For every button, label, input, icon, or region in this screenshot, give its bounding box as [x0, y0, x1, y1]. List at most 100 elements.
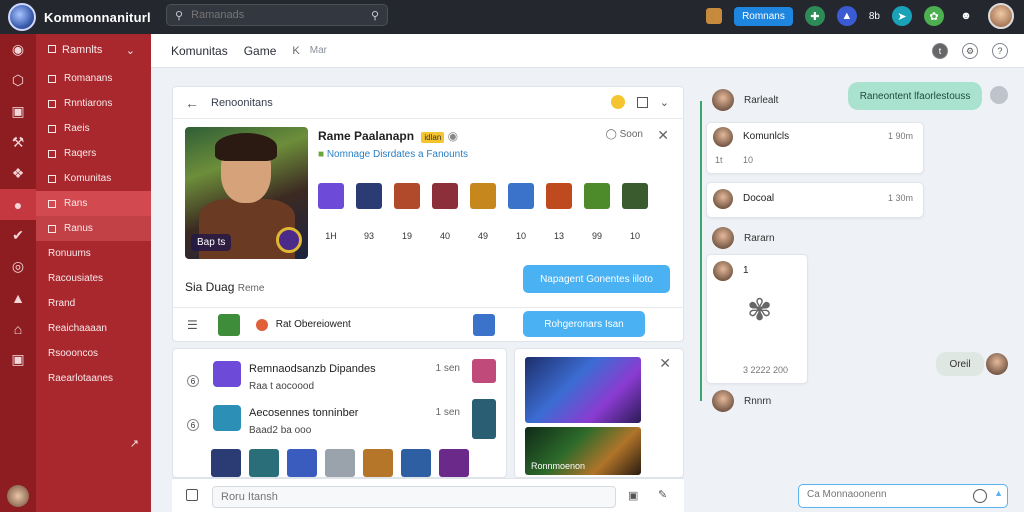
post-avatar[interactable] — [213, 361, 241, 387]
info-icon[interactable]: t — [932, 43, 948, 59]
player-avatar[interactable] — [217, 313, 240, 336]
chat-avatar[interactable] — [712, 390, 734, 412]
breadcrumb-sub[interactable]: Mar — [310, 45, 327, 56]
chat-pill[interactable]: Raneontent lfaorlestouss — [848, 82, 982, 110]
send-icon[interactable]: ▲ — [994, 488, 1003, 498]
composer-input[interactable] — [212, 486, 616, 508]
gallery-thumb[interactable] — [249, 449, 279, 477]
emoji-icon[interactable] — [610, 95, 625, 109]
game-hero-image[interactable]: Bap ts — [185, 127, 308, 259]
rail-verified-icon[interactable]: ✔ — [0, 220, 36, 251]
search-icon[interactable] — [973, 489, 987, 503]
clip-icon[interactable]: ✎ — [658, 488, 667, 501]
menu-icon[interactable]: ☰ — [187, 318, 198, 332]
chat-avatar[interactable] — [713, 127, 733, 147]
post-avatar[interactable] — [213, 405, 241, 431]
sidebar-item-active[interactable]: Rans — [36, 191, 151, 216]
chat-input[interactable]: ▲ — [798, 484, 1008, 508]
sidebar-item[interactable]: Rsoooncos — [36, 341, 151, 366]
sidebar-header[interactable]: Ramnlts ⌄ — [36, 34, 151, 66]
item-slot[interactable]: 49 — [470, 183, 496, 241]
back-icon[interactable]: K — [292, 45, 299, 57]
gallery-thumb[interactable] — [439, 449, 469, 477]
item-slot[interactable]: 40 — [432, 183, 458, 241]
rail-tools-icon[interactable]: ⚒ — [0, 127, 36, 158]
sidebar-item[interactable]: Raeis — [36, 116, 151, 141]
settings-icon[interactable]: ⚙ — [962, 43, 978, 59]
rail-cube-icon[interactable]: ▣ — [0, 96, 36, 127]
reply-pill[interactable]: Oreil — [936, 352, 984, 376]
breadcrumb-game[interactable]: Game — [244, 44, 277, 58]
item-slot[interactable]: 99 — [584, 183, 610, 241]
chat-input-field[interactable] — [807, 489, 967, 500]
feed-post[interactable]: 6 Aecosennes tonninber Baad2 ba ooo 1 se… — [173, 399, 508, 455]
rail-home-icon[interactable]: ◉ — [0, 34, 36, 65]
sidebar-item[interactable]: Rnntiarons — [36, 91, 151, 116]
rail-screen-icon[interactable]: ▣ — [0, 344, 36, 375]
item-slot[interactable]: 1H — [318, 183, 344, 241]
shield-icon[interactable]: ▲ — [836, 6, 857, 26]
rail-house-icon[interactable]: ⌂ — [0, 313, 36, 344]
chat-avatar[interactable] — [712, 227, 734, 249]
chat-avatar[interactable] — [713, 189, 733, 209]
settings-icon[interactable] — [990, 86, 1008, 104]
chevron-down-icon[interactable]: ⌄ — [126, 44, 135, 57]
secondary-action-button[interactable]: Rohgeronars Isan — [523, 311, 645, 337]
post-thumbnail[interactable] — [472, 359, 496, 383]
item-slot[interactable]: 93 — [356, 183, 382, 241]
chat-avatar[interactable] — [713, 261, 733, 281]
sidebar-item[interactable]: Racousiates — [36, 266, 151, 291]
back-arrow-icon[interactable]: ← — [185, 95, 199, 111]
paper-plane-icon[interactable]: ➤ — [892, 6, 912, 26]
app-logo[interactable] — [8, 3, 36, 31]
expand-arrow-icon[interactable]: ↗ — [130, 437, 139, 450]
item-slot[interactable]: 10 — [508, 183, 534, 241]
attach-icon[interactable] — [186, 489, 198, 501]
sidebar-item[interactable]: Romanans — [36, 66, 151, 91]
rail-alert-icon[interactable]: ▲ — [0, 282, 36, 313]
folder-icon[interactable] — [706, 8, 723, 24]
rail-hexagon-icon[interactable]: ⬡ — [0, 65, 36, 96]
media-image[interactable] — [525, 357, 641, 423]
search-box[interactable]: ⚲ ⚲ — [166, 4, 388, 26]
chat-message[interactable]: Docoal 1 30m — [706, 182, 924, 218]
help-icon[interactable]: ? — [992, 43, 1008, 59]
image-icon[interactable]: ▣ — [628, 489, 638, 502]
sidebar-item[interactable]: Rrand — [36, 291, 151, 316]
sidebar-item[interactable]: Raqers — [36, 141, 151, 166]
gallery-thumb[interactable] — [287, 449, 317, 477]
gallery-thumb[interactable] — [363, 449, 393, 477]
user-avatar[interactable] — [988, 3, 1014, 29]
sidebar-item-active[interactable]: Ranus — [36, 216, 151, 241]
close-icon[interactable]: ✕ — [657, 127, 669, 144]
character-icon[interactable]: ☻ — [956, 6, 976, 26]
chat-avatar[interactable] — [712, 89, 734, 111]
item-slot[interactable]: 19 — [394, 183, 420, 241]
close-icon[interactable]: ✕ — [659, 355, 671, 372]
chat-message[interactable]: Komunlcls 1 90m 1t 10 — [706, 122, 924, 174]
gallery-thumb[interactable] — [325, 449, 355, 477]
player-item-icon[interactable] — [473, 314, 495, 336]
breadcrumb-komunitas[interactable]: Komunitas — [171, 44, 228, 58]
post-thumbnail[interactable] — [472, 399, 496, 439]
chat-message[interactable]: 1 ✾ 3 2222 200 — [706, 254, 808, 384]
gallery-thumb[interactable] — [211, 449, 241, 477]
media-image[interactable]: Ronnmoenon — [525, 427, 641, 475]
primary-action-button[interactable]: Napagent Gonentes iiloto — [523, 265, 670, 293]
sidebar-item[interactable]: Ronuums — [36, 241, 151, 266]
window-icon[interactable] — [636, 96, 648, 108]
item-slot[interactable]: 13 — [546, 183, 572, 241]
post-author[interactable]: Remnaodsanzb Dipandes — [249, 363, 376, 375]
sidebar-item[interactable]: Reaichaaaan — [36, 316, 151, 341]
top-action-button[interactable]: Romnans — [734, 6, 793, 26]
search-input[interactable] — [191, 9, 371, 21]
rail-chat-icon[interactable]: ● — [0, 189, 36, 220]
game-icon[interactable]: ✚ — [804, 6, 825, 26]
search-submit-icon[interactable]: ⚲ — [371, 9, 379, 22]
rail-compass-icon[interactable]: ❖ — [0, 158, 36, 189]
chat-avatar[interactable] — [986, 353, 1008, 375]
sidebar-item[interactable]: Raearlotaanes — [36, 366, 151, 391]
chevron-down-icon[interactable]: ⌄ — [660, 96, 669, 109]
rail-avatar[interactable] — [7, 485, 29, 507]
post-author[interactable]: Aecosennes tonninber — [249, 407, 358, 419]
